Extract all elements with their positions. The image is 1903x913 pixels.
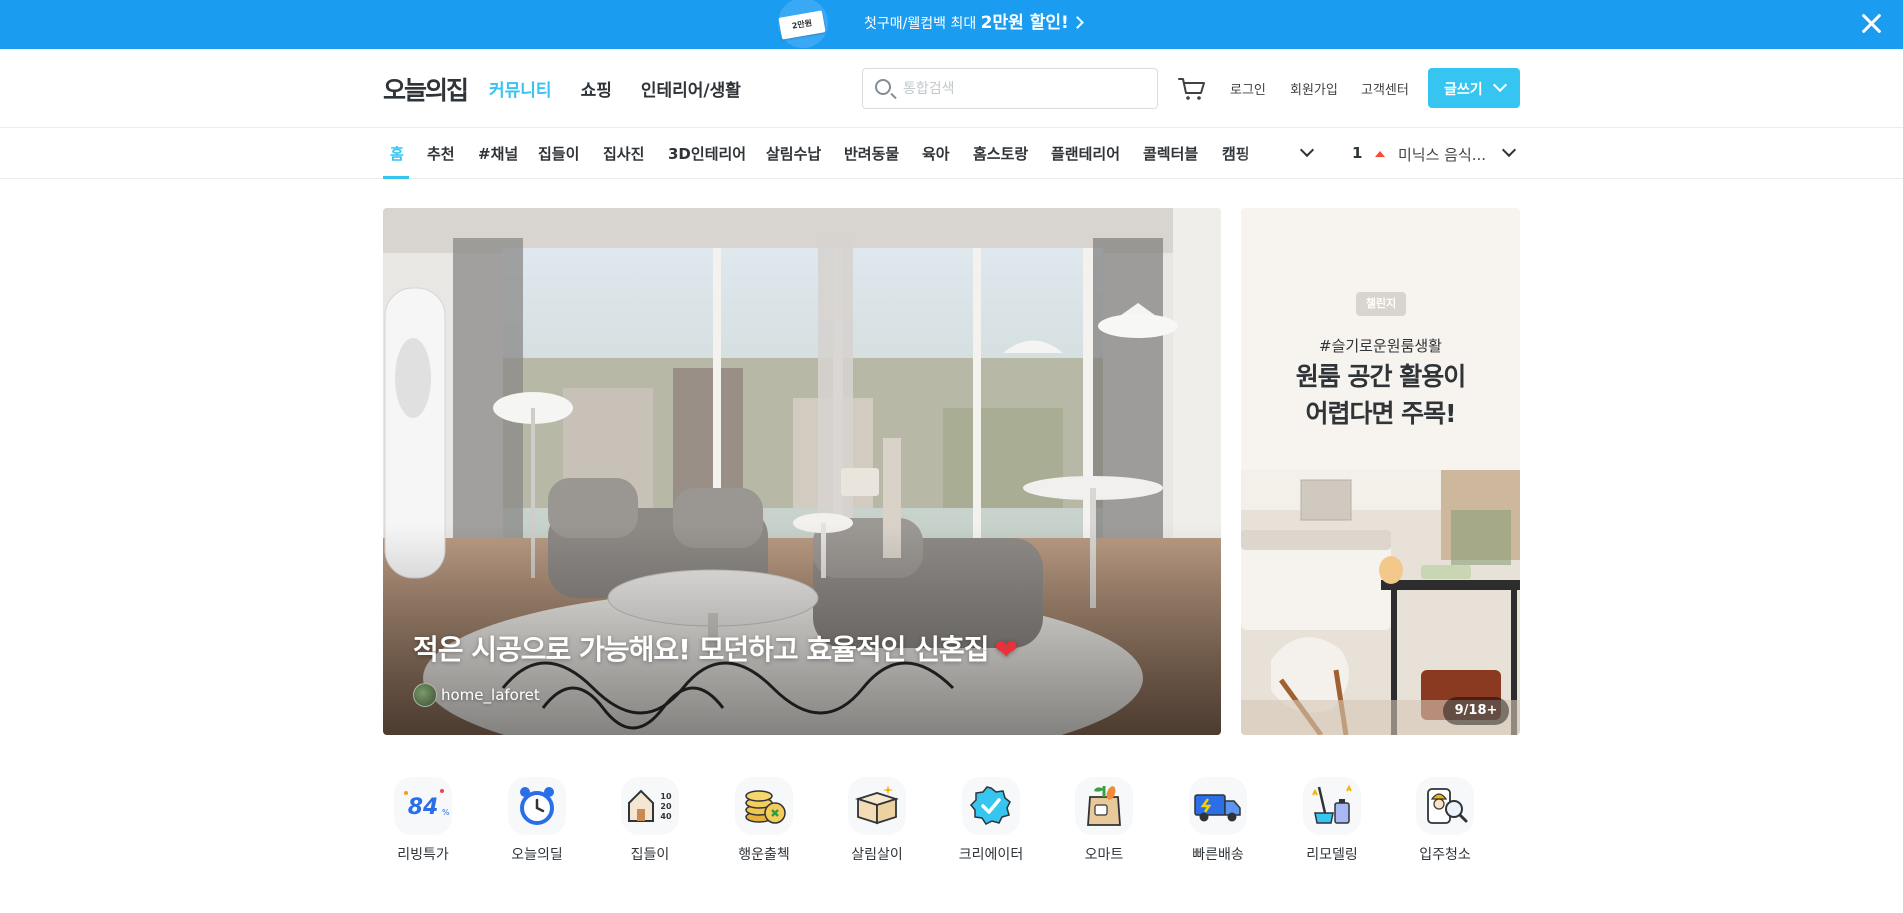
close-icon[interactable] — [1860, 12, 1882, 34]
promo-message-prefix: 첫구매/웰컴백 최대 — [864, 16, 981, 32]
remodeling-icon — [1303, 777, 1361, 835]
heart-emoji: ❤ — [994, 633, 1017, 666]
nav-community[interactable]: 커뮤니티 — [489, 76, 552, 101]
svg-text:20: 20 — [660, 802, 672, 811]
quick-item-label: 오마트 — [1084, 847, 1124, 863]
challenge-tag: 챌린지 — [1356, 292, 1406, 316]
quick-item-label: 행운출첵 — [738, 847, 790, 863]
side-headline-line1: 원룸 공간 활용이 — [1295, 362, 1466, 391]
banner-pager[interactable]: 9/18+ — [1443, 697, 1509, 725]
quick-menu: 84% 리빙특가 오늘의딜 10 20 40 집들이 행운출첵 살림살이 크리에이터 — [383, 775, 1520, 875]
subnav-item-planterior[interactable]: 플랜테리어 — [1051, 143, 1120, 164]
coins-icon — [735, 777, 793, 835]
subnav-item-storage[interactable]: 살림수납 — [766, 143, 821, 164]
subnav-item-parenting[interactable]: 육아 — [922, 143, 950, 164]
hero-banner[interactable]: 적은 시공으로 가능해요! 모던하고 효율적인 신혼집 ❤ home_lafore… — [383, 208, 1221, 735]
subnav-item-channel[interactable]: #채널 — [478, 143, 518, 164]
signup-link[interactable]: 회원가입 — [1290, 79, 1338, 98]
search-input[interactable] — [903, 78, 1143, 100]
active-tab-indicator — [383, 176, 409, 179]
cart-icon[interactable] — [1178, 77, 1206, 101]
grocery-bag-icon — [1075, 777, 1133, 835]
verified-badge-icon — [962, 777, 1020, 835]
subnav-item-recommend[interactable]: 추천 — [427, 143, 455, 164]
category-nav: 홈 추천 #채널 집들이 집사진 3D인테리어 살림수납 반려동물 육아 홈스토… — [0, 129, 1903, 179]
promo-message-bold: 2만원 할인! — [980, 13, 1069, 33]
quick-item-move-in-cleaning[interactable]: 입주청소 — [1395, 775, 1495, 864]
chevron-right-icon — [1070, 16, 1084, 29]
svg-text:40: 40 — [660, 812, 672, 821]
write-button[interactable]: 글쓰기 — [1428, 68, 1520, 108]
write-button-label: 글쓰기 — [1444, 82, 1483, 98]
avatar — [413, 683, 437, 707]
side-headline-line2: 어렵다면 주목! — [1305, 399, 1456, 428]
main-nav: 커뮤니티 쇼핑 인테리어/생활 — [489, 76, 770, 101]
living-deal-icon: 84% — [394, 777, 452, 835]
hero-title: 적은 시공으로 가능해요! 모던하고 효율적인 신혼집 ❤ — [413, 628, 1018, 668]
quick-item-label: 빠른배송 — [1192, 847, 1244, 863]
alarm-clock-icon — [508, 777, 566, 835]
subnav-item-home[interactable]: 홈 — [390, 143, 404, 164]
nav-interior-life[interactable]: 인테리어/생활 — [641, 76, 741, 101]
top-header: 오늘의집 커뮤니티 쇼핑 인테리어/생활 로그인 회원가입 고객센터 글쓰기 — [0, 49, 1903, 128]
chevron-down-icon — [1492, 77, 1508, 93]
subnav-item-pets[interactable]: 반려동물 — [844, 143, 899, 164]
quick-item-label: 입주청소 — [1419, 847, 1471, 863]
author-name: home_laforet — [441, 686, 540, 704]
quick-item-living-deal[interactable]: 84% 리빙특가 — [373, 775, 473, 864]
svg-text:%: % — [442, 808, 450, 817]
quick-item-creator[interactable]: 크리에이터 — [941, 775, 1041, 864]
side-hashtag: #슬기로운원룸생활 — [1319, 337, 1442, 355]
quick-item-label: 살림살이 — [851, 847, 903, 863]
subnav-item-3d-interior[interactable]: 3D인테리어 — [668, 143, 746, 164]
quick-item-omart[interactable]: 오마트 — [1054, 775, 1154, 864]
quick-item-label: 크리에이터 — [958, 847, 1024, 863]
coupon-icon: 2만원 — [776, 0, 832, 48]
svg-text:10: 10 — [660, 792, 672, 801]
nav-shopping[interactable]: 쇼핑 — [581, 76, 612, 101]
logo[interactable]: 오늘의집 — [383, 71, 469, 107]
box-icon — [848, 777, 906, 835]
quick-item-housewarming[interactable]: 10 20 40 집들이 — [600, 775, 700, 864]
subnav-fade — [1238, 129, 1308, 178]
svg-text:84: 84 — [408, 795, 439, 820]
side-banner-image — [1241, 470, 1520, 735]
quick-item-todays-deal[interactable]: 오늘의딜 — [487, 775, 587, 864]
side-headline: 원룸 공간 활용이 어렵다면 주목! — [1241, 358, 1520, 432]
quick-item-fast-delivery[interactable]: 빠른배송 — [1168, 775, 1268, 864]
subnav-item-collectible[interactable]: 콜렉터블 — [1143, 143, 1198, 164]
ranking-keyword[interactable]: 미닉스 음식... — [1398, 144, 1486, 165]
hero-title-text: 적은 시공으로 가능해요! 모던하고 효율적인 신혼집 — [413, 633, 989, 666]
search-icon — [875, 79, 891, 95]
quick-item-label: 집들이 — [630, 847, 670, 863]
quick-item-label: 리모델링 — [1306, 847, 1358, 863]
login-link[interactable]: 로그인 — [1230, 79, 1266, 98]
support-link[interactable]: 고객센터 — [1361, 79, 1409, 98]
rank-up-icon — [1375, 151, 1385, 157]
hero-author[interactable]: home_laforet — [413, 683, 540, 707]
subnav-item-housewarming[interactable]: 집들이 — [538, 143, 579, 164]
promo-banner[interactable]: 2만원 첫구매/웰컴백 최대 2만원 할인! — [0, 0, 1903, 49]
quick-item-label: 리빙특가 — [397, 847, 449, 863]
ranking-number: 1 — [1352, 144, 1363, 162]
quick-item-lucky-checkin[interactable]: 행운출첵 — [714, 775, 814, 864]
search-box[interactable] — [862, 68, 1158, 109]
quick-item-remodeling[interactable]: 리모델링 — [1282, 775, 1382, 864]
delivery-truck-icon — [1189, 777, 1247, 835]
quick-item-label: 오늘의딜 — [511, 847, 563, 863]
subnav-item-home-cooking[interactable]: 홈스토랑 — [973, 143, 1028, 164]
subnav-item-house-photos[interactable]: 집사진 — [603, 143, 644, 164]
side-banner[interactable]: 챌린지 #슬기로운원룸생활 원룸 공간 활용이 어렵다면 주목! 9/18+ — [1241, 208, 1520, 735]
cleaning-worker-icon — [1416, 777, 1474, 835]
promo-message[interactable]: 첫구매/웰컴백 최대 2만원 할인! — [864, 12, 1084, 35]
quick-item-household[interactable]: 살림살이 — [827, 775, 927, 864]
chevron-down-icon[interactable] — [1501, 142, 1517, 158]
house-size-icon: 10 20 40 — [621, 777, 679, 835]
